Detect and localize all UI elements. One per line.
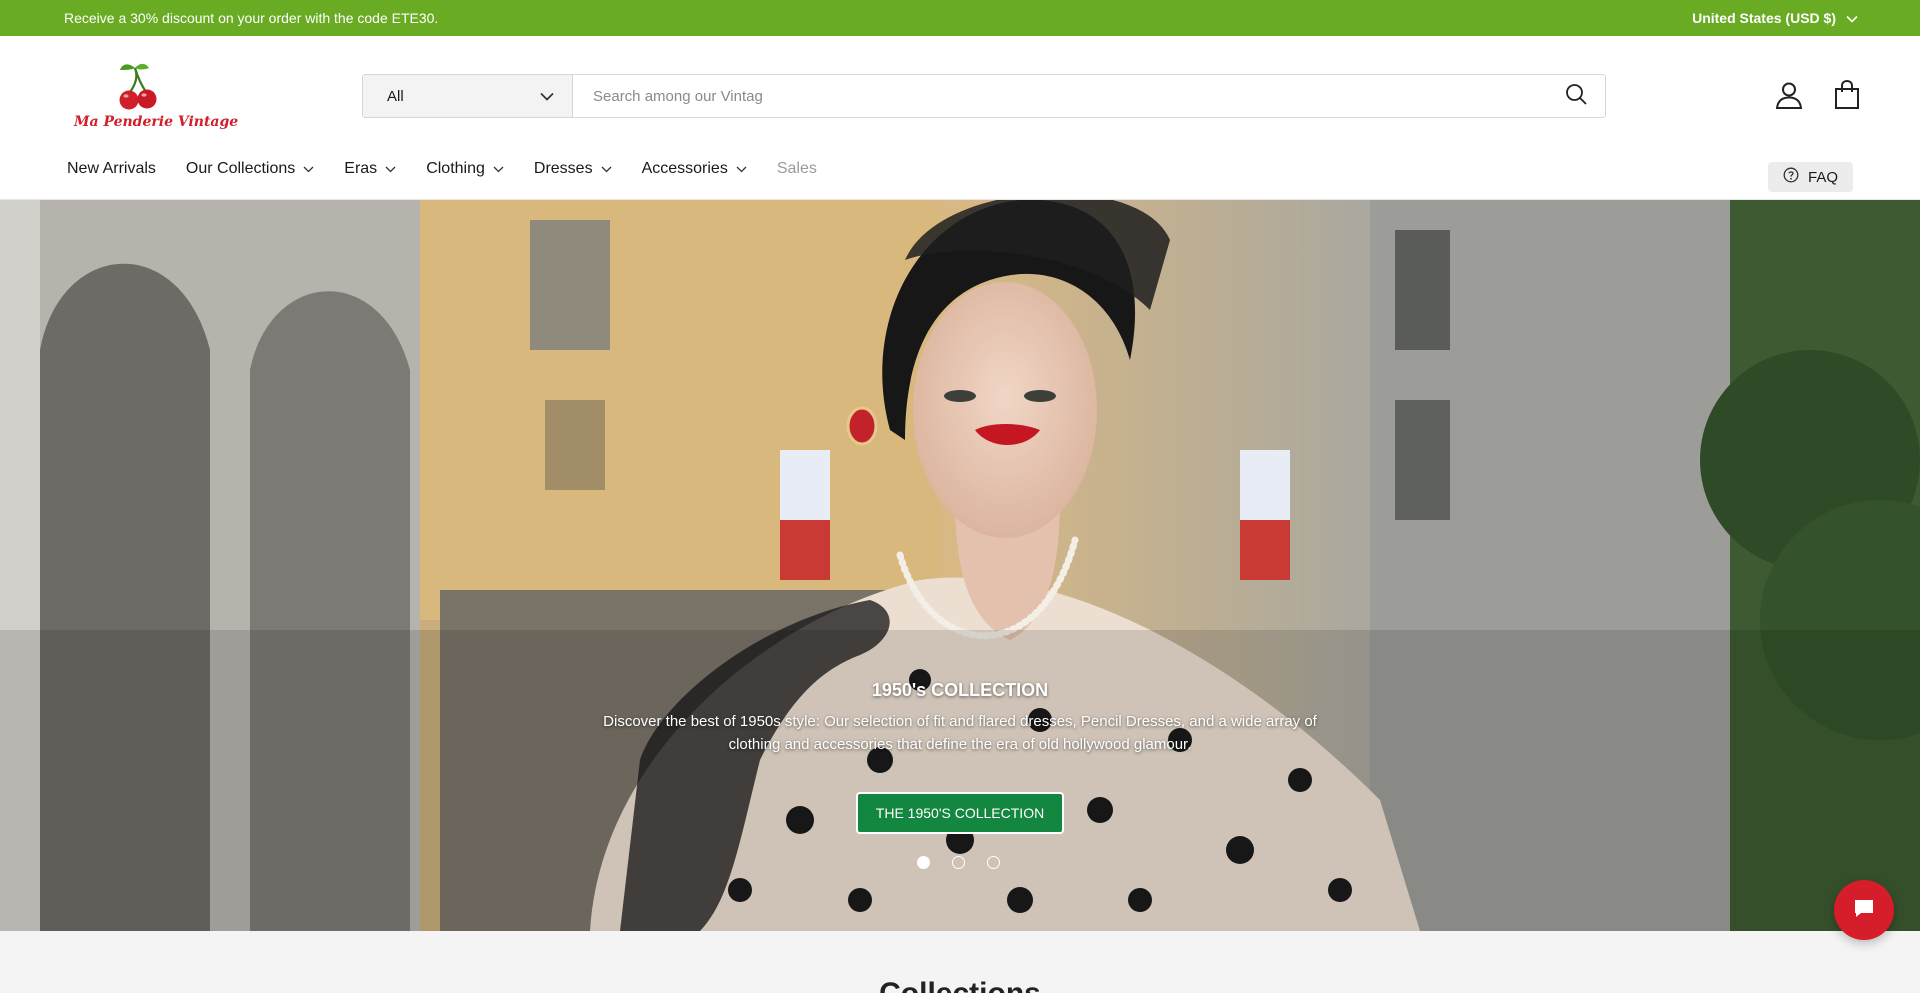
nav-item-clothing[interactable]: Clothing [426,160,504,178]
faq-button[interactable]: FAQ [1767,162,1853,192]
cart-button[interactable] [1832,79,1862,115]
search-category-select[interactable]: All [363,75,573,117]
site-logo[interactable]: Ma Penderie Vintage [72,62,238,136]
nav-item-sales[interactable]: Sales [777,160,817,178]
search-category-value: All [387,87,404,105]
search-button[interactable] [1547,75,1605,117]
cherry-logo-icon [119,63,157,110]
chat-bubble-icon [1852,896,1876,925]
hero-cta-button[interactable]: THE 1950'S COLLECTION [856,792,1064,834]
currency-label: United States (USD $) [1692,10,1836,26]
collections-section: Collections [0,931,1920,993]
chevron-down-icon [601,166,612,172]
account-button[interactable] [1774,82,1804,112]
nav-label: Accessories [641,160,728,177]
hero-title: 1950's COLLECTION [871,680,1049,700]
nav-label: Eras [344,160,378,177]
nav-item-our-collections[interactable]: Our Collections [186,160,314,178]
nav-label: Dresses [533,160,593,177]
site-header: Ma Penderie Vintage All N [0,36,1920,200]
chevron-down-icon [385,166,396,172]
faq-label: FAQ [1807,168,1838,186]
chevron-down-icon [1846,10,1858,26]
main-navigation: New Arrivals Our Collections Eras Clothi… [67,160,817,178]
search-icon [1565,83,1587,110]
hero-slideshow: 1950's COLLECTION Discover the best of 1… [0,200,1920,931]
header-actions [1774,79,1862,115]
search-bar: All [362,74,1606,118]
nav-label: New Arrivals [67,160,156,177]
nav-item-accessories[interactable]: Accessories [642,160,747,178]
search-input[interactable] [573,75,1547,117]
brand-wordmark: Ma Penderie Vintage [74,114,239,130]
announcement-bar: Receive a 30% discount on your order wit… [0,0,1920,36]
announcement-message: Receive a 30% discount on your order wit… [64,10,439,26]
nav-label: Sales [776,160,817,177]
currency-selector[interactable]: United States (USD $) [1692,10,1858,26]
section-heading: Collections [0,977,1920,993]
slide-dot-1[interactable] [917,856,930,869]
slide-dot-2[interactable] [952,856,965,869]
chevron-down-icon [303,166,314,172]
nav-label: Clothing [426,160,485,177]
nav-item-eras[interactable]: Eras [344,160,396,178]
shopping-bag-icon [1834,79,1860,115]
user-icon [1775,81,1803,114]
chat-widget-button[interactable] [1834,880,1894,940]
chevron-down-icon [493,166,504,172]
chevron-down-icon [736,166,747,172]
chevron-down-icon [540,88,554,105]
help-circle-icon [1783,167,1799,187]
nav-label: Our Collections [185,160,296,177]
nav-item-dresses[interactable]: Dresses [534,160,612,178]
slide-dot-3[interactable] [987,856,1000,869]
hero-description: Discover the best of 1950s style: Our se… [603,713,1317,753]
slideshow-pagination [917,856,1000,869]
nav-item-new-arrivals[interactable]: New Arrivals [67,160,156,178]
